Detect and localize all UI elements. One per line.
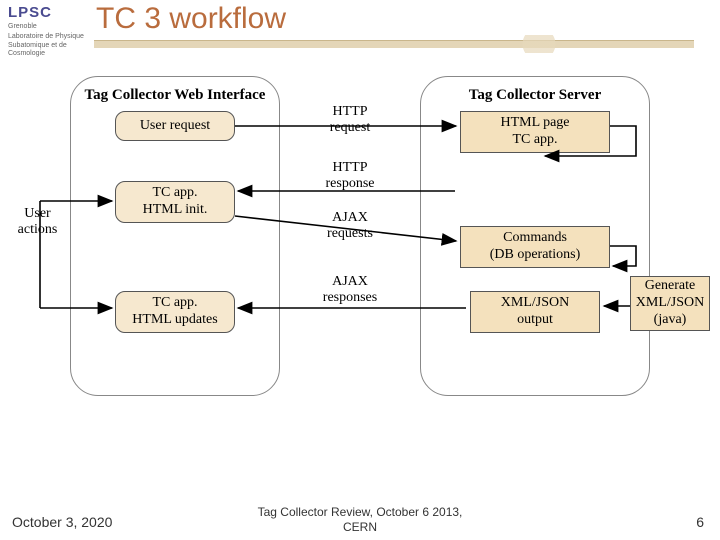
box-generate-l2: XML/JSON [636, 295, 704, 312]
label-ajax_requests-l2: requests [327, 226, 373, 241]
box-html-page-l2: TC app. [512, 132, 557, 149]
logo-text: LPSC [8, 4, 88, 21]
diagram-stage: Tag Collector Web Interface Tag Collecto… [0, 56, 720, 486]
box-html-page-l1: HTML page [500, 115, 569, 132]
box-tc-updates-l2: HTML updates [132, 312, 217, 329]
box-tc-updates-l1: TC app. [152, 295, 197, 312]
box-xml-output-l2: output [517, 312, 553, 329]
label-http-response-l1: HTTP [333, 160, 368, 175]
logo-sub-1: Laboratoire de Physique [8, 33, 88, 41]
title-underline [94, 40, 694, 48]
box-html-page: HTML page TC app. [460, 111, 610, 153]
box-generate-l3: (java) [654, 312, 687, 329]
box-user-request-label: User request [140, 118, 210, 135]
label-ajax-requests-l1: AJAX [332, 210, 368, 225]
label-http-response: HTTP response [305, 160, 395, 192]
slide-header: LPSC Grenoble Laboratoire de Physique Su… [0, 0, 720, 52]
box-tc-init-l2: HTML init. [143, 202, 208, 219]
label-user-actions-l1: User [24, 206, 50, 221]
box-tc-updates: TC app. HTML updates [115, 291, 235, 333]
panel-server-title: Tag Collector Server [421, 87, 649, 104]
box-user-request: User request [115, 111, 235, 141]
footer-center-l2: CERN [343, 520, 377, 534]
footer-page-number: 6 [696, 514, 704, 530]
footer-center-l1: Tag Collector Review, October 6 2013, [258, 505, 463, 519]
label-user-actions-l2: actions [18, 222, 58, 237]
box-tc-init: TC app. HTML init. [115, 181, 235, 223]
label-ajax-responses: AJAX responses [305, 274, 395, 306]
box-commands: Commands (DB operations) [460, 226, 610, 268]
label-ajax-responses-l1: AJAX [332, 274, 368, 289]
logo-city: Grenoble [8, 23, 88, 31]
footer-center: Tag Collector Review, October 6 2013, CE… [0, 505, 720, 534]
label-ajax-responses-l2: responses [323, 290, 377, 305]
box-xml-output-l1: XML/JSON [501, 295, 569, 312]
label-http-response-l2: response [326, 176, 375, 191]
lpsc-logo: LPSC Grenoble Laboratoire de Physique Su… [8, 4, 88, 58]
box-generate-l1: Generate [645, 278, 696, 295]
label-ajax-requests: AJAX requests [305, 210, 395, 242]
box-xml-output: XML/JSON output [470, 291, 600, 333]
box-commands-l2: (DB operations) [490, 247, 581, 264]
slide-title: TC 3 workflow [96, 2, 286, 36]
label-user-actions: User actions [10, 206, 65, 238]
box-commands-l1: Commands [503, 230, 567, 247]
box-generate: Generate XML/JSON (java) [630, 276, 710, 331]
box-tc-init-l1: TC app. [152, 185, 197, 202]
panel-web-interface-title: Tag Collector Web Interface [71, 87, 279, 104]
label-http-request-l1: HTTP [333, 104, 368, 119]
label-http-request: HTTP request [305, 104, 395, 136]
label-http-request-l2: request [330, 120, 370, 135]
